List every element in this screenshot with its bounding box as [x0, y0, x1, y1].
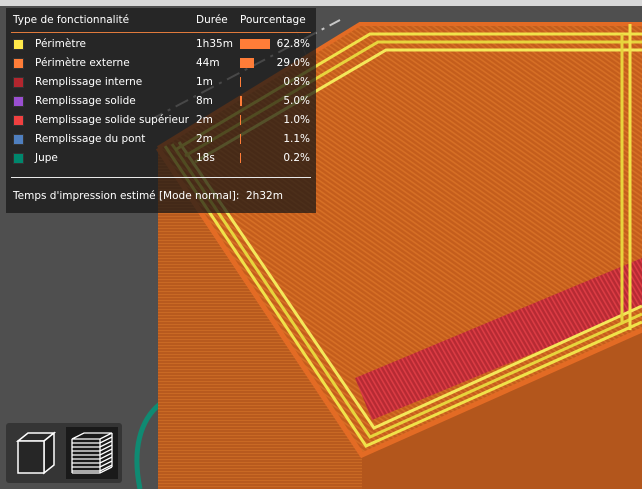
percentage-bar: [240, 153, 241, 163]
color-swatch: [13, 96, 24, 107]
top-edge-strip: [0, 0, 642, 6]
percentage-bar: [240, 77, 241, 87]
percentage-bar: [240, 39, 270, 49]
feature-percentage: 62.8%: [276, 38, 310, 50]
legend-row: Remplissage solide supérieur 2m 1.0%: [13, 112, 310, 131]
cube-icon: [15, 431, 57, 475]
feature-name: Remplissage solide supérieur: [35, 114, 189, 126]
view-3d-button[interactable]: [10, 427, 62, 479]
estimated-time: Temps d'impression estimé [Mode normal]:…: [13, 190, 283, 202]
feature-name: Jupe: [35, 152, 58, 164]
feature-duration: 8m: [196, 95, 213, 107]
legend-row: Remplissage interne 1m 0.8%: [13, 74, 310, 93]
view-type-toolbar: [6, 423, 122, 483]
color-swatch: [13, 77, 24, 88]
percentage-bar: [240, 134, 241, 144]
feature-legend: Type de fonctionnalité Durée Pourcentage…: [6, 8, 316, 213]
legend-row: Jupe 18s 0.2%: [13, 150, 310, 169]
feature-percentage: 0.2%: [283, 152, 310, 164]
legend-footer-separator: [11, 177, 311, 178]
color-swatch: [13, 115, 24, 126]
estimated-time-label: Temps d'impression estimé [Mode normal]:: [13, 190, 240, 202]
legend-header: Type de fonctionnalité Durée Pourcentage: [13, 14, 310, 30]
view-layers-button[interactable]: [66, 427, 118, 479]
color-swatch: [13, 39, 24, 50]
feature-type-header: Type de fonctionnalité: [13, 14, 130, 26]
feature-name: Périmètre externe: [35, 57, 130, 69]
legend-row: Périmètre 1h35m 62.8%: [13, 36, 310, 55]
layers-icon: [71, 432, 113, 474]
legend-separator: [11, 32, 311, 33]
feature-percentage: 0.8%: [283, 76, 310, 88]
estimated-time-value: 2h32m: [246, 190, 283, 202]
feature-name: Remplissage interne: [35, 76, 143, 88]
percentage-bar: [240, 58, 254, 68]
duration-header: Durée: [196, 14, 228, 26]
legend-row: Remplissage solide 8m 5.0%: [13, 93, 310, 112]
feature-duration: 2m: [196, 114, 213, 126]
legend-row: Périmètre externe 44m 29.0%: [13, 55, 310, 74]
legend-row: Remplissage du pont 2m 1.1%: [13, 131, 310, 150]
color-swatch: [13, 134, 24, 145]
feature-percentage: 5.0%: [283, 95, 310, 107]
percentage-bar: [240, 115, 241, 125]
feature-duration: 44m: [196, 57, 220, 69]
feature-duration: 1m: [196, 76, 213, 88]
feature-name: Remplissage du pont: [35, 133, 146, 145]
feature-duration: 18s: [196, 152, 215, 164]
color-swatch: [13, 58, 24, 69]
color-swatch: [13, 153, 24, 164]
percentage-header: Pourcentage: [240, 14, 306, 26]
percentage-bar: [240, 96, 242, 106]
feature-percentage: 1.0%: [283, 114, 310, 126]
feature-duration: 2m: [196, 133, 213, 145]
feature-name: Remplissage solide: [35, 95, 136, 107]
feature-duration: 1h35m: [196, 38, 233, 50]
feature-name: Périmètre: [35, 38, 87, 50]
feature-percentage: 29.0%: [276, 57, 310, 69]
feature-percentage: 1.1%: [283, 133, 310, 145]
